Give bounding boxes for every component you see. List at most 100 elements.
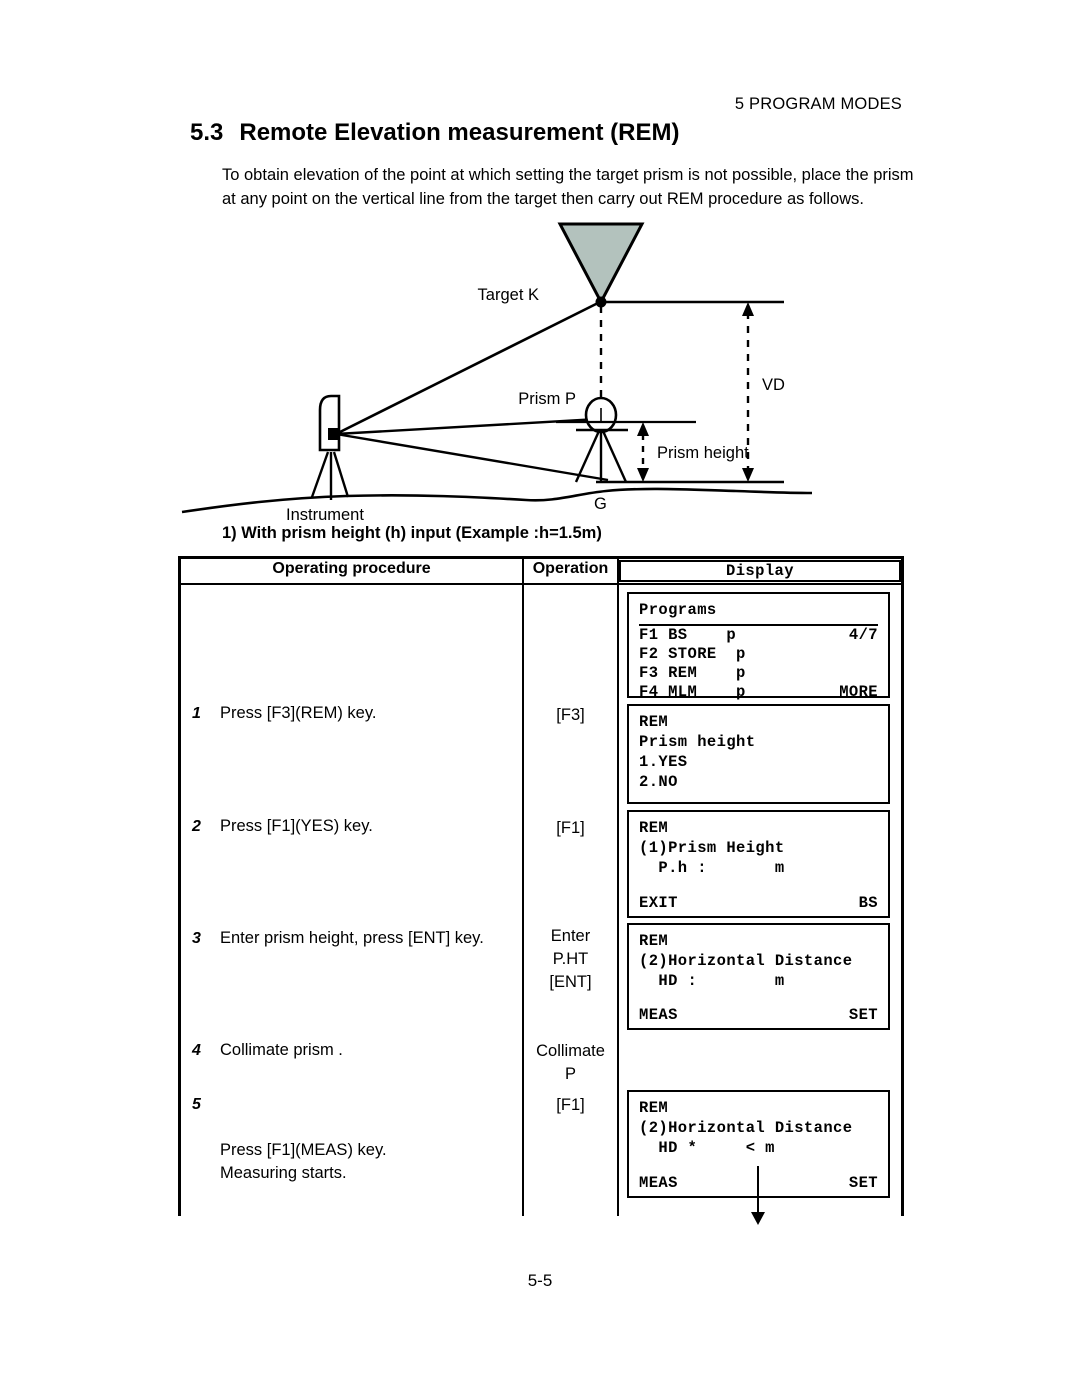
step-number: 2 [192, 818, 201, 835]
label-prism-height: Prism height [657, 444, 749, 462]
display-line: (2)Horizontal Distance [639, 952, 878, 970]
display-line: F3 REM p [639, 664, 878, 682]
procedure-table: Operating procedure Operation Display 1 … [178, 556, 904, 1225]
step-number: 3 [192, 930, 201, 947]
display-line-left: 2.NO [639, 773, 678, 791]
step-text: Press [F1](MEAS) key. Measuring starts. [220, 1141, 387, 1182]
table-row: 5 Press [F1](MEAS) key. Measuring starts… [192, 1093, 517, 1208]
operation-key: Collimate [536, 1042, 605, 1060]
column-header-display: Display [619, 560, 901, 582]
operation-cell: Enter P.HT [ENT] [524, 925, 617, 994]
display-line-left: Prism height [639, 733, 756, 751]
prism-height-arrowhead-top [637, 422, 649, 436]
operation-cell: Collimate P [524, 1040, 617, 1086]
operation-key: [F1] [556, 819, 585, 837]
display-line: (1)Prism Height [639, 839, 878, 857]
display-title: REM [639, 713, 669, 731]
sightline-to-prism [335, 416, 617, 436]
diagram-svg: Target K Prism P VD Prism height Instrum… [181, 222, 813, 524]
instrument-body-icon [318, 394, 341, 452]
section-number: 5.3 [190, 119, 224, 146]
column-header-procedure: Operating procedure [272, 560, 431, 577]
flow-arrow-line [757, 1166, 759, 1214]
instrument-tripod-leg-left [310, 451, 330, 498]
instrument-eyepiece-icon [328, 428, 339, 440]
display-line: F1 BS p 4/7 [639, 626, 878, 644]
table-row: 1 Press [F3](REM) key. [192, 702, 517, 725]
display-title: Programs [639, 601, 717, 619]
table-right-border [901, 556, 904, 1216]
display-title: REM [639, 932, 669, 950]
display-line-left: (2)Horizontal Distance [639, 952, 853, 970]
display-line-left: F1 BS p [639, 626, 737, 644]
table-top-border [178, 556, 904, 559]
display-line-right: SET [848, 1174, 878, 1192]
table-column-rule-2 [617, 556, 619, 1216]
display-line-left: P.h : m [639, 859, 785, 877]
table-column-rule-1 [522, 556, 524, 1216]
label-target-k: Target K [478, 286, 539, 304]
display-line-left: EXIT [639, 894, 678, 912]
display-line-left: MEAS [639, 1006, 678, 1024]
display-line-left: (2)Horizontal Distance [639, 1119, 853, 1137]
label-prism-p: Prism P [518, 390, 576, 408]
display-line: F2 STORE p [639, 645, 878, 663]
table-header-rule [178, 583, 904, 585]
table-row: 4 Collimate prism . [192, 1039, 517, 1062]
rem-principle-diagram: Target K Prism P VD Prism height Instrum… [176, 212, 916, 527]
intro-paragraph: To obtain elevation of the point at whic… [222, 166, 914, 208]
step-number: 1 [192, 705, 201, 722]
procedure-subtitle: 1) With prism height (h) input (Example … [222, 524, 602, 542]
display-line-right: 4/7 [848, 626, 878, 644]
display-line: Prism height [639, 733, 878, 751]
display-line-left: HD * < m [639, 1139, 775, 1157]
target-triangle-icon [557, 222, 645, 306]
display-line: 2.NO [639, 773, 878, 791]
display-line-right: MORE [839, 683, 878, 701]
display-line: P.h : m [639, 859, 878, 877]
ground-terrain-curve [181, 487, 813, 514]
display-line: HD * < m [639, 1139, 878, 1157]
step-number: 4 [192, 1042, 201, 1059]
vd-arrowhead-bottom [742, 468, 754, 482]
vd-arrowhead-top [742, 302, 754, 316]
page-number: 5-5 [527, 1271, 553, 1290]
prism-tripod-leg-left [574, 430, 601, 483]
display-line: HD : m [639, 972, 878, 990]
display-line: F4 MLM p MORE [639, 683, 878, 701]
operation-cell: [F1] [524, 817, 617, 840]
display-line-left: HD : m [639, 972, 785, 990]
document-page: 5 PROGRAM MODES 5.3 Remote Elevation meas… [0, 0, 1080, 1397]
operation-key: [F1] [556, 1096, 585, 1114]
operation-key: Enter [550, 927, 591, 945]
display-screen-programs: Programs F1 BS p 4/7 F2 STORE p F3 REM p … [627, 592, 890, 701]
display-line: EXIT BS [639, 894, 878, 912]
label-instrument: Instrument [286, 506, 364, 524]
operation-cell: [F3] [524, 704, 617, 727]
display-line-left: F2 STORE p [639, 645, 746, 663]
display-line-right: SET [848, 1006, 878, 1024]
table-row: 3 Enter prism height, press [ENT] key. [192, 927, 517, 950]
display-line-right: BS [858, 894, 878, 912]
display-screen-horizontal-distance-input: REM (2)Horizontal Distance HD : m MEAS SE… [627, 923, 890, 1030]
display-title: REM [639, 1099, 669, 1117]
section-title: Remote Elevation measurement (REM) [239, 119, 680, 146]
operation-key: P.HT [552, 950, 589, 968]
table-row: 2 Press [F1](YES) key. [192, 815, 517, 838]
sightline-to-target [335, 300, 601, 436]
flow-arrow-head-icon [751, 1212, 765, 1225]
display-title: REM [639, 819, 669, 837]
label-ground-point-g: G [594, 495, 607, 513]
step-text: Enter prism height, press [ENT] key. [220, 929, 484, 947]
display-line-left: F4 MLM p [639, 683, 746, 701]
display-screen-prism-height-input: REM (1)Prism Height P.h : m EXIT BS [627, 810, 890, 918]
display-line-left: (1)Prism Height [639, 839, 785, 857]
display-line-left: 1.YES [639, 753, 688, 771]
display-line: (2)Horizontal Distance [639, 1119, 878, 1137]
operation-cell: [F1] [524, 1094, 617, 1117]
table-left-border [178, 556, 181, 1216]
step-number: 5 [192, 1096, 201, 1113]
page-title: 5.3 Remote Elevation measurement (REM) [190, 119, 679, 147]
instrument-tripod-leg-right [332, 451, 350, 498]
operation-key: P [564, 1065, 576, 1083]
